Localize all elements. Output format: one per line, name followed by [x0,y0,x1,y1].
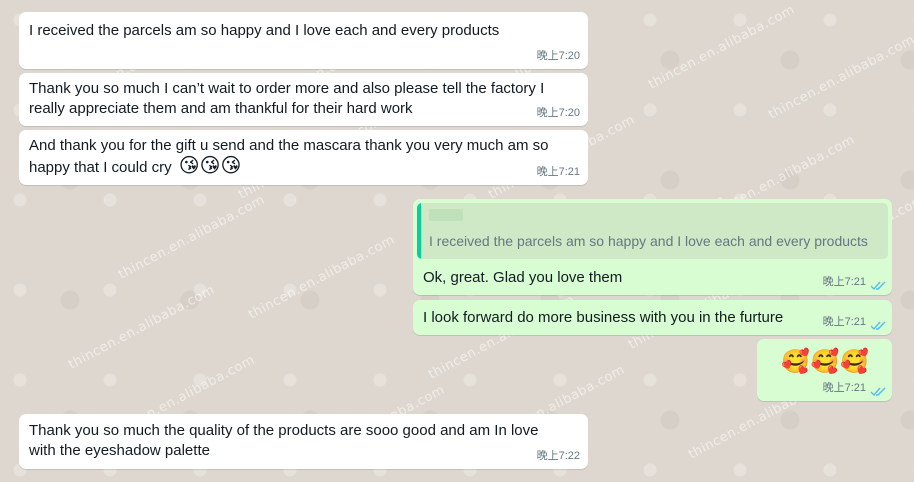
message-time: 晚上7:21 [536,166,580,178]
kiss-emoji: 😘😘😘 [178,155,242,177]
message-time: 晚上7:20 [536,50,580,62]
message-text-line: with the eyeshadow palette [29,442,210,459]
message-time: 晚上7:22 [536,450,580,462]
outgoing-message[interactable]: 🥰🥰🥰 晚上7:21 [757,339,892,401]
message-text: Ok, great. Glad you love them [423,269,623,286]
message-time: 晚上7:21 [822,276,866,288]
message-text-line: happy that I could cry [29,159,172,176]
quoted-message[interactable]: I received the parcels am so happy and I… [417,203,888,259]
outgoing-message[interactable]: I look forward do more business with you… [413,300,892,335]
message-text-line: Thank you so much the quality of the pro… [29,422,539,439]
incoming-message[interactable]: Thank you so much the quality of the pro… [19,414,588,469]
incoming-message[interactable]: I received the parcels am so happy and I… [19,12,588,69]
double-check-icon [870,321,886,331]
message-text: I look forward do more business with you… [423,309,784,326]
quote-author-redacted [429,209,463,221]
message-text: I received the parcels am so happy and I… [29,22,500,39]
outgoing-message[interactable]: I received the parcels am so happy and I… [413,199,892,295]
quote-text: I received the parcels am so happy and I… [429,233,868,249]
double-check-icon [870,387,886,397]
quote-bar [417,203,421,259]
smiling-hearts-emoji: 🥰🥰🥰 [781,348,870,374]
incoming-message[interactable]: Thank you so much I can’t wait to order … [19,73,588,126]
message-text-line: really appreciate them and am thankful f… [29,100,413,117]
message-time: 晚上7:21 [822,382,866,394]
incoming-message[interactable]: And thank you for the gift u send and th… [19,130,588,185]
message-text-line: Thank you so much I can’t wait to order … [29,80,545,97]
message-time: 晚上7:20 [536,107,580,119]
double-check-icon [870,281,886,291]
message-text-line: And thank you for the gift u send and th… [29,137,549,154]
message-time: 晚上7:21 [822,316,866,328]
